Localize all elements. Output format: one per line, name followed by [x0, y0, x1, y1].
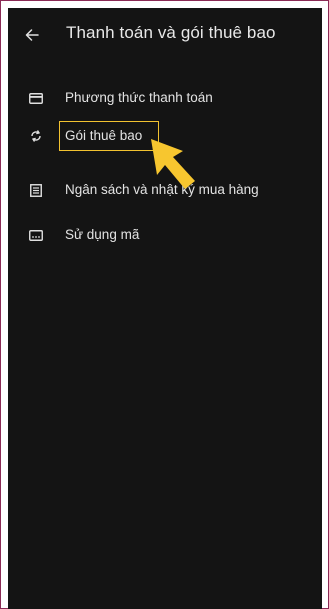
app-screen: Thanh toán và gói thuê bao Phương thức t… [8, 8, 322, 609]
menu-item-payment-methods[interactable]: Phương thức thanh toán [8, 81, 322, 117]
sync-icon [28, 128, 44, 144]
screenshot-frame: Thanh toán và gói thuê bao Phương thức t… [0, 0, 329, 609]
redeem-code-icon [28, 227, 44, 243]
pointer-arrow-icon [151, 139, 195, 189]
menu-item-label: Sử dụng mã [65, 227, 140, 242]
menu-item-redeem-code[interactable]: Sử dụng mã [8, 218, 322, 254]
app-bar: Thanh toán và gói thuê bao [8, 8, 322, 60]
back-arrow-icon [25, 29, 39, 41]
credit-card-icon [28, 90, 44, 106]
page-title: Thanh toán và gói thuê bao [66, 23, 276, 42]
menu-item-label: Phương thức thanh toán [65, 90, 213, 105]
receipt-list-icon [28, 182, 44, 198]
back-button[interactable] [22, 26, 42, 44]
